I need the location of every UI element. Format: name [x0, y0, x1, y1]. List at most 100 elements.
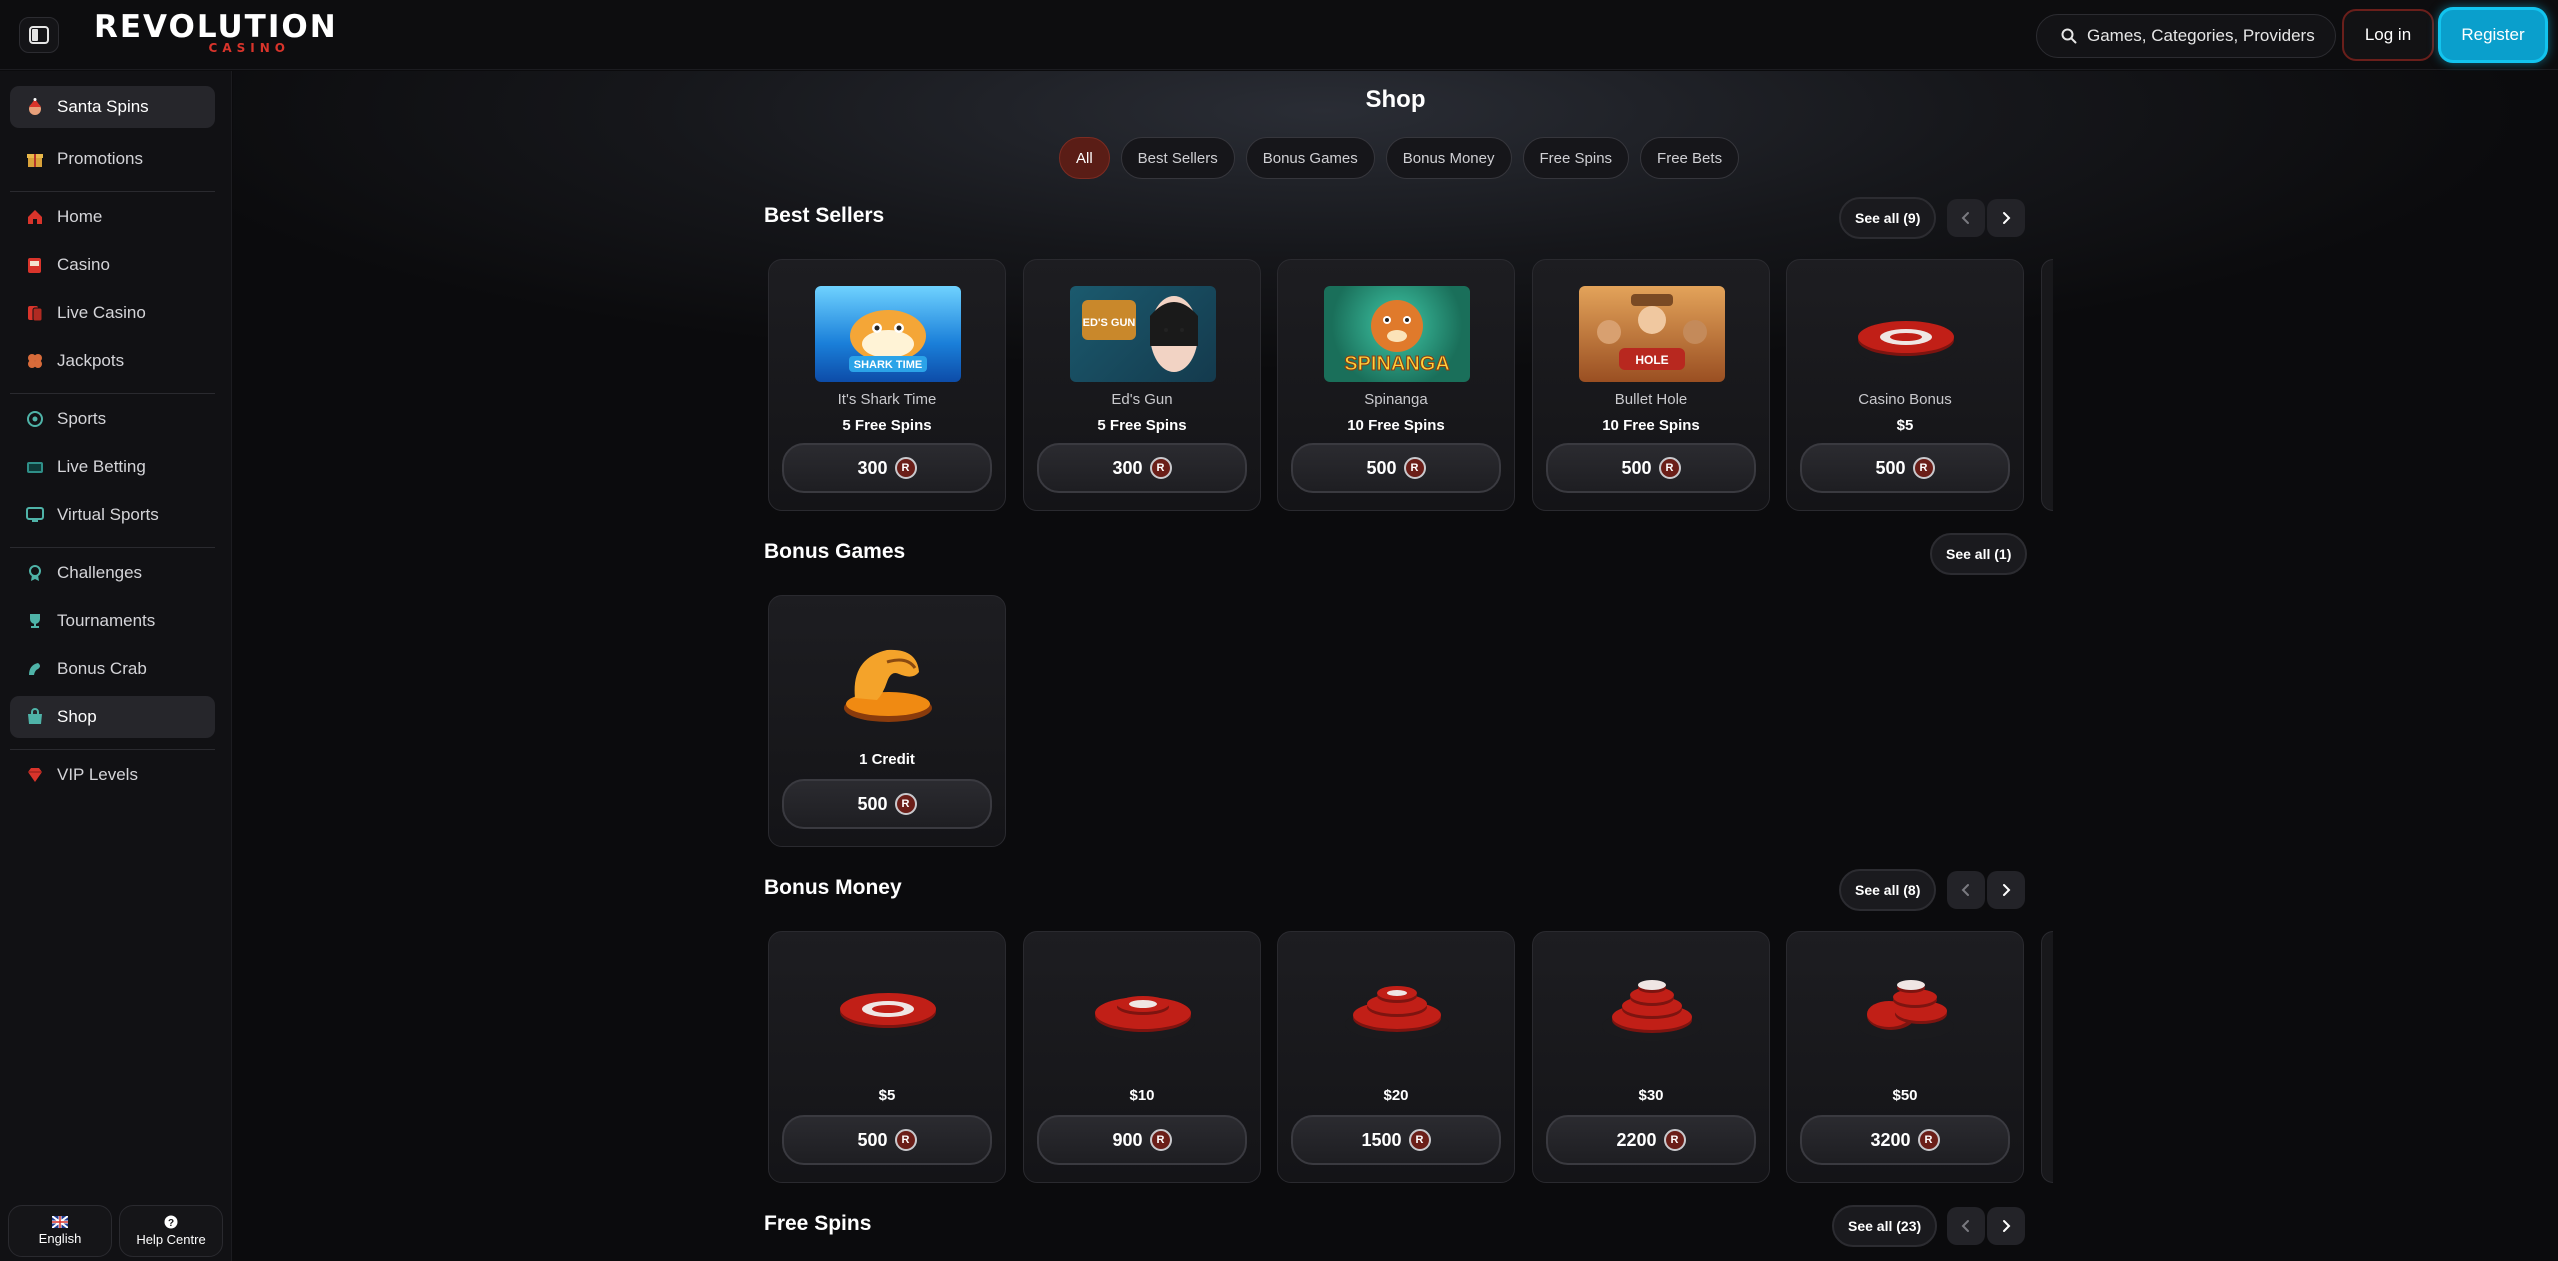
- next-card-peek: [2041, 259, 2053, 511]
- help-centre-label: Help Centre: [136, 1232, 206, 1247]
- price-value: 3200: [1870, 1129, 1911, 1150]
- item-name: Bullet Hole: [1614, 391, 1688, 408]
- page-title: Shop: [1365, 86, 1426, 113]
- cards-icon: [26, 304, 44, 322]
- price-value: 2200: [1616, 1129, 1657, 1150]
- filter-free-spins[interactable]: Free Spins: [1522, 137, 1630, 179]
- item-reward: 5 Free Spins: [842, 417, 932, 434]
- revolution-coin-icon: R: [1917, 1129, 1940, 1151]
- sidebar-item-label: Challenges: [57, 563, 143, 582]
- shop-card[interactable]: SPINANGA Spinanga 10 Free Spins 500 R: [1277, 259, 1515, 511]
- thumbnail-text: HOLE: [1635, 353, 1668, 367]
- site-logo[interactable]: REVOLUTION CASINO: [94, 9, 336, 55]
- top-bar: REVOLUTION CASINO Games, Categories, Pro…: [0, 0, 2558, 70]
- bonus-money-see-all-button[interactable]: See all (8): [1839, 869, 1937, 911]
- clover-icon: [26, 352, 44, 370]
- best-sellers-see-all-button[interactable]: See all (9): [1839, 197, 1937, 239]
- buy-button[interactable]: 900 R: [1037, 1115, 1247, 1165]
- shop-card[interactable]: ED'S GUN Ed's Gun 5 Free Spins 300 R: [1023, 259, 1261, 511]
- sidebar-item-tournaments[interactable]: Tournaments: [10, 600, 215, 642]
- sidebar-toggle-button[interactable]: [19, 17, 59, 53]
- buy-button[interactable]: 500 R: [782, 1115, 992, 1165]
- shop-card[interactable]: $30 2200 R: [1532, 931, 1770, 1183]
- shop-card[interactable]: $50 3200 R: [1786, 931, 2024, 1183]
- bonus-crab-claw-icon: [844, 649, 932, 722]
- sidebar-item-jackpots[interactable]: Jackpots: [10, 340, 215, 382]
- casino-chips-stack-icon: [1091, 996, 1195, 1040]
- sidebar-item-santa-spins[interactable]: Santa Spins: [10, 86, 215, 128]
- buy-button[interactable]: 500 R: [1800, 443, 2010, 493]
- bonus-games-see-all-button[interactable]: See all (1): [1930, 533, 2028, 575]
- best-sellers-prev-button[interactable]: [1947, 199, 1985, 237]
- sidebar-item-label: Jackpots: [57, 351, 125, 370]
- sidebar-item-label: Live Betting: [57, 457, 146, 476]
- shop-card[interactable]: $5 500 R: [768, 931, 1006, 1183]
- item-name: 1 Credit: [859, 751, 915, 768]
- price-value: 500: [1366, 457, 1397, 478]
- filter-bonus-money[interactable]: Bonus Money: [1385, 137, 1512, 179]
- sidebar-divider: [10, 191, 215, 192]
- free-spins-next-button[interactable]: [1987, 1207, 2025, 1245]
- search-input[interactable]: Games, Categories, Providers: [2036, 14, 2336, 58]
- buy-button[interactable]: 500 R: [782, 779, 992, 829]
- buy-button[interactable]: 300 R: [782, 443, 992, 493]
- casino-chip-icon: [1854, 321, 1958, 364]
- login-button[interactable]: Log in: [2342, 9, 2434, 61]
- buy-button[interactable]: 2200 R: [1546, 1115, 1756, 1165]
- buy-button[interactable]: 300 R: [1037, 443, 1247, 493]
- buy-button[interactable]: 3200 R: [1800, 1115, 2010, 1165]
- buy-button[interactable]: 500 R: [1546, 443, 1756, 493]
- shop-card[interactable]: $10 900 R: [1023, 931, 1261, 1183]
- buy-button[interactable]: 1500 R: [1291, 1115, 1501, 1165]
- search-icon: [2061, 28, 2077, 44]
- sidebar-item-casino[interactable]: Casino: [10, 244, 215, 286]
- filter-free-bets[interactable]: Free Bets: [1640, 137, 1740, 179]
- shop-card[interactable]: SHARK TIME It's Shark Time 5 Free Spins …: [768, 259, 1006, 511]
- sidebar-item-live-betting[interactable]: Live Betting: [10, 446, 215, 488]
- bonus-money-next-button[interactable]: [1987, 871, 2025, 909]
- sidebar-item-label: Bonus Crab: [57, 659, 147, 678]
- language-button[interactable]: English: [8, 1205, 112, 1257]
- sidebar-item-label: Live Casino: [57, 303, 146, 322]
- shop-icon: [26, 708, 44, 726]
- logo-subtitle: CASINO: [208, 41, 290, 55]
- sidebar-item-home[interactable]: Home: [10, 196, 215, 238]
- shop-card[interactable]: $20 1500 R: [1277, 931, 1515, 1183]
- shop-card[interactable]: 1 Credit 500 R: [768, 595, 1006, 847]
- revolution-coin-icon: R: [1149, 1129, 1172, 1151]
- shop-card[interactable]: HOLE Bullet Hole 10 Free Spins 500 R: [1532, 259, 1770, 511]
- free-spins-prev-button[interactable]: [1947, 1207, 1985, 1245]
- sidebar-item-bonus-crab[interactable]: Bonus Crab: [10, 648, 215, 690]
- help-centre-button[interactable]: ? Help Centre: [119, 1205, 223, 1257]
- home-icon: [26, 208, 44, 226]
- register-button[interactable]: Register: [2438, 7, 2548, 63]
- sidebar-item-vip-levels[interactable]: VIP Levels: [10, 754, 215, 796]
- sidebar-item-virtual-sports[interactable]: Virtual Sports: [10, 494, 215, 536]
- sidebar-item-challenges[interactable]: Challenges: [10, 552, 215, 594]
- live-tv-icon: [26, 458, 44, 476]
- price-value: 500: [1621, 457, 1652, 478]
- sidebar-item-live-casino[interactable]: Live Casino: [10, 292, 215, 334]
- filter-all[interactable]: All: [1059, 137, 1110, 179]
- shop-card[interactable]: Casino Bonus $5 500 R: [1786, 259, 2024, 511]
- price-value: 500: [857, 793, 888, 814]
- filter-bonus-games[interactable]: Bonus Games: [1245, 137, 1375, 179]
- best-sellers-next-button[interactable]: [1987, 199, 2025, 237]
- revolution-coin-icon: R: [894, 1129, 917, 1151]
- item-name: Casino Bonus: [1858, 391, 1952, 408]
- item-name: Ed's Gun: [1111, 391, 1173, 408]
- filter-best-sellers[interactable]: Best Sellers: [1120, 137, 1235, 179]
- buy-button[interactable]: 500 R: [1291, 443, 1501, 493]
- sidebar-item-label: Home: [57, 207, 103, 226]
- bonus-money-prev-button[interactable]: [1947, 871, 1985, 909]
- sidebar: Santa Spins Promotions Home Casino Live …: [0, 71, 232, 1261]
- item-name: $20: [1383, 1087, 1409, 1104]
- sidebar-divider: [10, 547, 215, 548]
- free-spins-see-all-button[interactable]: See all (23): [1832, 1205, 1938, 1247]
- sidebar-item-sports[interactable]: Sports: [10, 398, 215, 440]
- sidebar-item-label: Shop: [57, 707, 97, 726]
- sidebar-item-promotions[interactable]: Promotions: [10, 138, 215, 180]
- chevron-left-icon: [1961, 212, 1969, 224]
- chevron-right-icon: [2003, 884, 2011, 896]
- sidebar-item-shop[interactable]: Shop: [10, 696, 215, 738]
